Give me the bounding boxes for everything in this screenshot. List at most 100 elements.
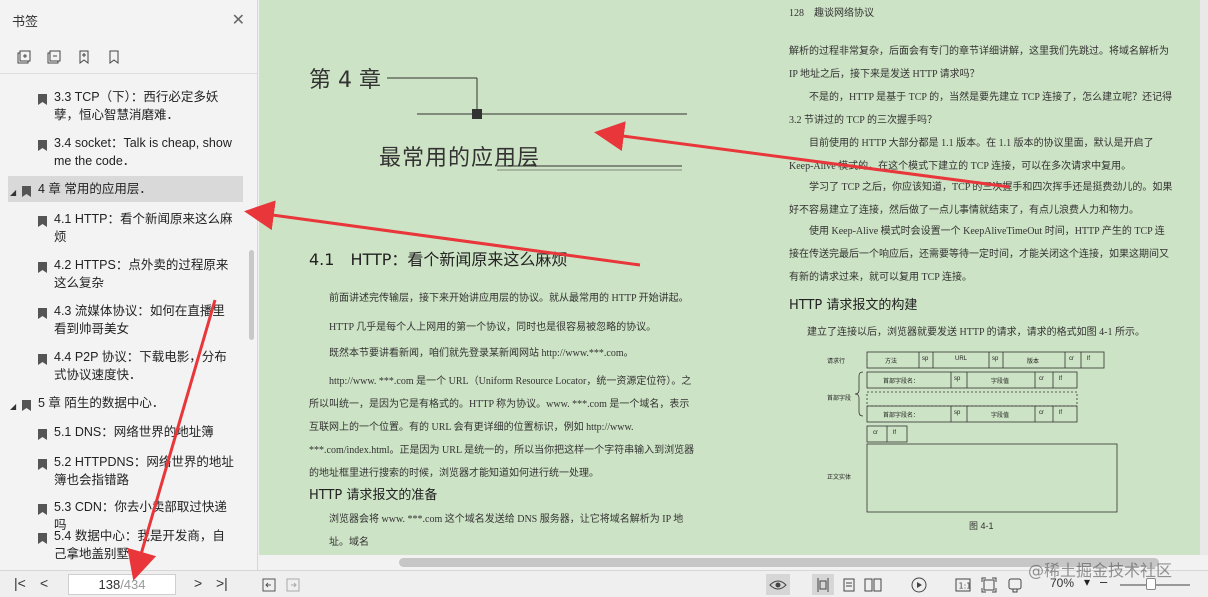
header-field-label: 首部字段 xyxy=(827,396,852,402)
next-page-icon[interactable]: > xyxy=(194,575,202,591)
bookmark-label: 5.2 HTTPDNS：网络世界的地址簿也会指错路 xyxy=(54,455,234,487)
bookmark-label: 4 章 常用的应用层． xyxy=(38,182,152,196)
bookmark-scrollbar[interactable] xyxy=(249,250,254,340)
fit-page-icon[interactable] xyxy=(978,574,1000,595)
bookmark-icon xyxy=(38,138,48,170)
bookmark-item[interactable]: 4.1 HTTP：看个新闻原来这么麻烦 xyxy=(38,210,234,246)
bookmark-panel-title: 书签 xyxy=(12,13,39,29)
cell-cr: cr xyxy=(1069,356,1074,362)
paragraph: 学习了 TCP 之后，你应该知道，TCP 的三次握手和四次挥手还是挺费劲儿的。如… xyxy=(789,182,1173,216)
cell-url: URL xyxy=(955,356,968,362)
add-bookmark-icon[interactable] xyxy=(76,49,92,65)
paragraph: 不是的，HTTP 是基于 TCP 的，当然是要先建立 TCP 连接了，怎么建立呢… xyxy=(789,92,1173,126)
bookmark-item[interactable]: 3.4 socket：Talk is cheap, show me the co… xyxy=(38,134,234,170)
chapter-number: 第 4 章 xyxy=(309,68,381,93)
bookmark-item[interactable]: 5.2 HTTPDNS：网络世界的地址簿也会指错路 xyxy=(38,453,234,489)
bookmark-item[interactable]: 3.3 TCP（下）：西行必定多妖孽，恒心智慧消磨难． xyxy=(38,88,234,124)
cell-field-value: 字段值 xyxy=(991,413,1010,419)
cell-field-value: 字段值 xyxy=(991,379,1010,385)
bookmark-item[interactable]: 4.3 流媒体协议：如何在直播里看到帅哥美女 xyxy=(38,302,234,338)
bookmark-label: 4.1 HTTP：看个新闻原来这么麻烦 xyxy=(54,212,233,244)
bookmark-label: 4.2 HTTPS：点外卖的过程原来这么复杂 xyxy=(54,258,229,290)
bookmark-label: 5.4 数据中心：我是开发商，自己拿地盖别墅 xyxy=(54,529,225,561)
page-number-input[interactable]: 138/434 xyxy=(68,574,176,595)
chapter-title: 最常用的应用层 xyxy=(379,146,541,171)
back-icon[interactable] xyxy=(258,574,280,595)
body-label: 正文实体 xyxy=(827,475,852,481)
bookmark-icon xyxy=(38,531,48,563)
prev-page-icon[interactable]: < xyxy=(40,575,48,591)
svg-text:1:1: 1:1 xyxy=(959,581,972,590)
bookmark-icon xyxy=(22,184,32,202)
paragraph: HTTP 几乎是每个人上网用的第一个协议，同时也是很容易被忽略的协议。 xyxy=(329,322,657,333)
cell-lf: lf xyxy=(1059,410,1062,416)
request-line-label: 请求行 xyxy=(827,359,846,365)
first-page-icon[interactable]: |< xyxy=(14,575,26,591)
bookmark-label: 3.4 socket：Talk is cheap, show me the co… xyxy=(54,136,232,168)
document-viewport: 128 趣谈网络协议 第 4 章 最常用的应用层 4.1 HTTP：看个新闻原来… xyxy=(259,0,1208,570)
bookmark-icon[interactable] xyxy=(106,49,122,65)
continuous-page-icon[interactable] xyxy=(838,574,860,595)
close-icon[interactable]: ✕ xyxy=(232,10,245,30)
bookmark-icon xyxy=(38,214,48,246)
paragraph: 解析的过程非常复杂，后面会有专门的章节详细讲解，这里我们先跳过。将域名解析为 I… xyxy=(789,46,1169,80)
bookmark-item[interactable]: 4.4 P2P 协议：下载电影，分布式协议速度快． xyxy=(38,348,234,384)
paragraph: 既然本节要讲看新闻，咱们就先登录某新闻网站 http://www.***.com… xyxy=(329,348,634,359)
cell-lf: lf xyxy=(1087,356,1090,362)
bookmark-icon xyxy=(38,260,48,292)
bookmark-label: 3.3 TCP（下）：西行必定多妖孽，恒心智慧消磨难． xyxy=(54,90,219,122)
actual-size-icon[interactable]: 1:1 xyxy=(952,574,974,595)
bookmark-item[interactable]: 5.1 DNS：网络世界的地址簿 xyxy=(38,423,234,445)
paragraph: 浏览器会将 www. ***.com 这个域名发送给 DNS 服务器，让它将域名… xyxy=(329,514,684,548)
eye-protection-icon[interactable] xyxy=(766,574,790,595)
play-icon[interactable] xyxy=(908,574,930,595)
bookmark-icon xyxy=(22,398,32,416)
cell-cr: cr xyxy=(873,430,878,436)
cell-lf: lf xyxy=(1059,376,1062,382)
bottom-toolbar: |< < 138/434 > >| 1:1 70% ▾ – xyxy=(0,570,1208,597)
expand-bookmark-icon[interactable] xyxy=(16,49,32,65)
last-page-icon[interactable]: >| xyxy=(216,575,228,591)
collapse-triangle-icon[interactable]: ◢ xyxy=(10,184,16,202)
collapse-bookmark-icon[interactable] xyxy=(46,49,62,65)
cell-method: 方法 xyxy=(885,359,898,365)
bookmark-item-chapter-4[interactable]: ◢ 4 章 常用的应用层． xyxy=(8,176,243,202)
subsection-title: HTTP 请求报文的构建 xyxy=(789,298,918,313)
running-head: 128 趣谈网络协议 xyxy=(789,8,874,19)
bookmark-item[interactable]: 5.4 数据中心：我是开发商，自己拿地盖别墅 xyxy=(38,527,234,563)
cell-lf: lf xyxy=(893,430,896,436)
cell-sp: sp xyxy=(922,356,929,362)
bookmark-label: 5.1 DNS：网络世界的地址簿 xyxy=(54,425,214,439)
forward-icon[interactable] xyxy=(282,574,304,595)
bookmark-item-chapter-5[interactable]: ◢ 5 章 陌生的数据中心． xyxy=(8,394,218,416)
bookmark-label: 4.4 P2P 协议：下载电影，分布式协议速度快． xyxy=(54,350,227,382)
figure-caption: 图 4-1 xyxy=(969,521,994,531)
current-page: 138 xyxy=(98,577,121,592)
bookmark-icon xyxy=(38,457,48,489)
two-page-view-icon[interactable] xyxy=(862,574,884,595)
bookmark-label: 5 章 陌生的数据中心． xyxy=(38,396,165,410)
paragraph: http://www. ***.com 是一个 URL（Uniform Reso… xyxy=(309,376,695,479)
cell-cr: cr xyxy=(1039,410,1044,416)
subsection-title: HTTP 请求报文的准备 xyxy=(309,488,438,503)
cell-sp: sp xyxy=(954,410,961,416)
paragraph: 使用 Keep-Alive 模式时会设置一个 KeepAliveTimeOut … xyxy=(789,226,1169,283)
section-title: 4.1 HTTP：看个新闻原来这么麻烦 xyxy=(309,250,568,269)
bookmark-item[interactable]: 4.2 HTTPS：点外卖的过程原来这么复杂 xyxy=(38,256,234,292)
single-page-view-icon[interactable] xyxy=(812,574,834,595)
cell-version: 版本 xyxy=(1027,359,1040,365)
bookmark-panel-header: 书签 ✕ xyxy=(0,0,257,40)
total-pages: /434 xyxy=(120,577,146,592)
bookmark-icon xyxy=(38,92,48,124)
cell-field-name: 首部字段名： xyxy=(883,413,920,419)
bookmark-panel: 书签 ✕ 3.3 TCP（下）：西行必定多妖孽，恒心智慧消磨难． 3.4 soc… xyxy=(0,0,258,570)
watermark: @稀土掘金技术社区 xyxy=(1028,561,1173,580)
bookmark-label: 4.3 流媒体协议：如何在直播里看到帅哥美女 xyxy=(54,304,225,336)
bookmark-toolbar xyxy=(0,40,257,74)
cell-cr: cr xyxy=(1039,376,1044,382)
bookmark-icon xyxy=(38,352,48,384)
screenshot-icon[interactable] xyxy=(1004,574,1026,595)
cell-field-name: 首部字段名： xyxy=(883,379,920,385)
collapse-triangle-icon[interactable]: ◢ xyxy=(10,398,16,416)
bookmark-icon xyxy=(38,427,48,445)
